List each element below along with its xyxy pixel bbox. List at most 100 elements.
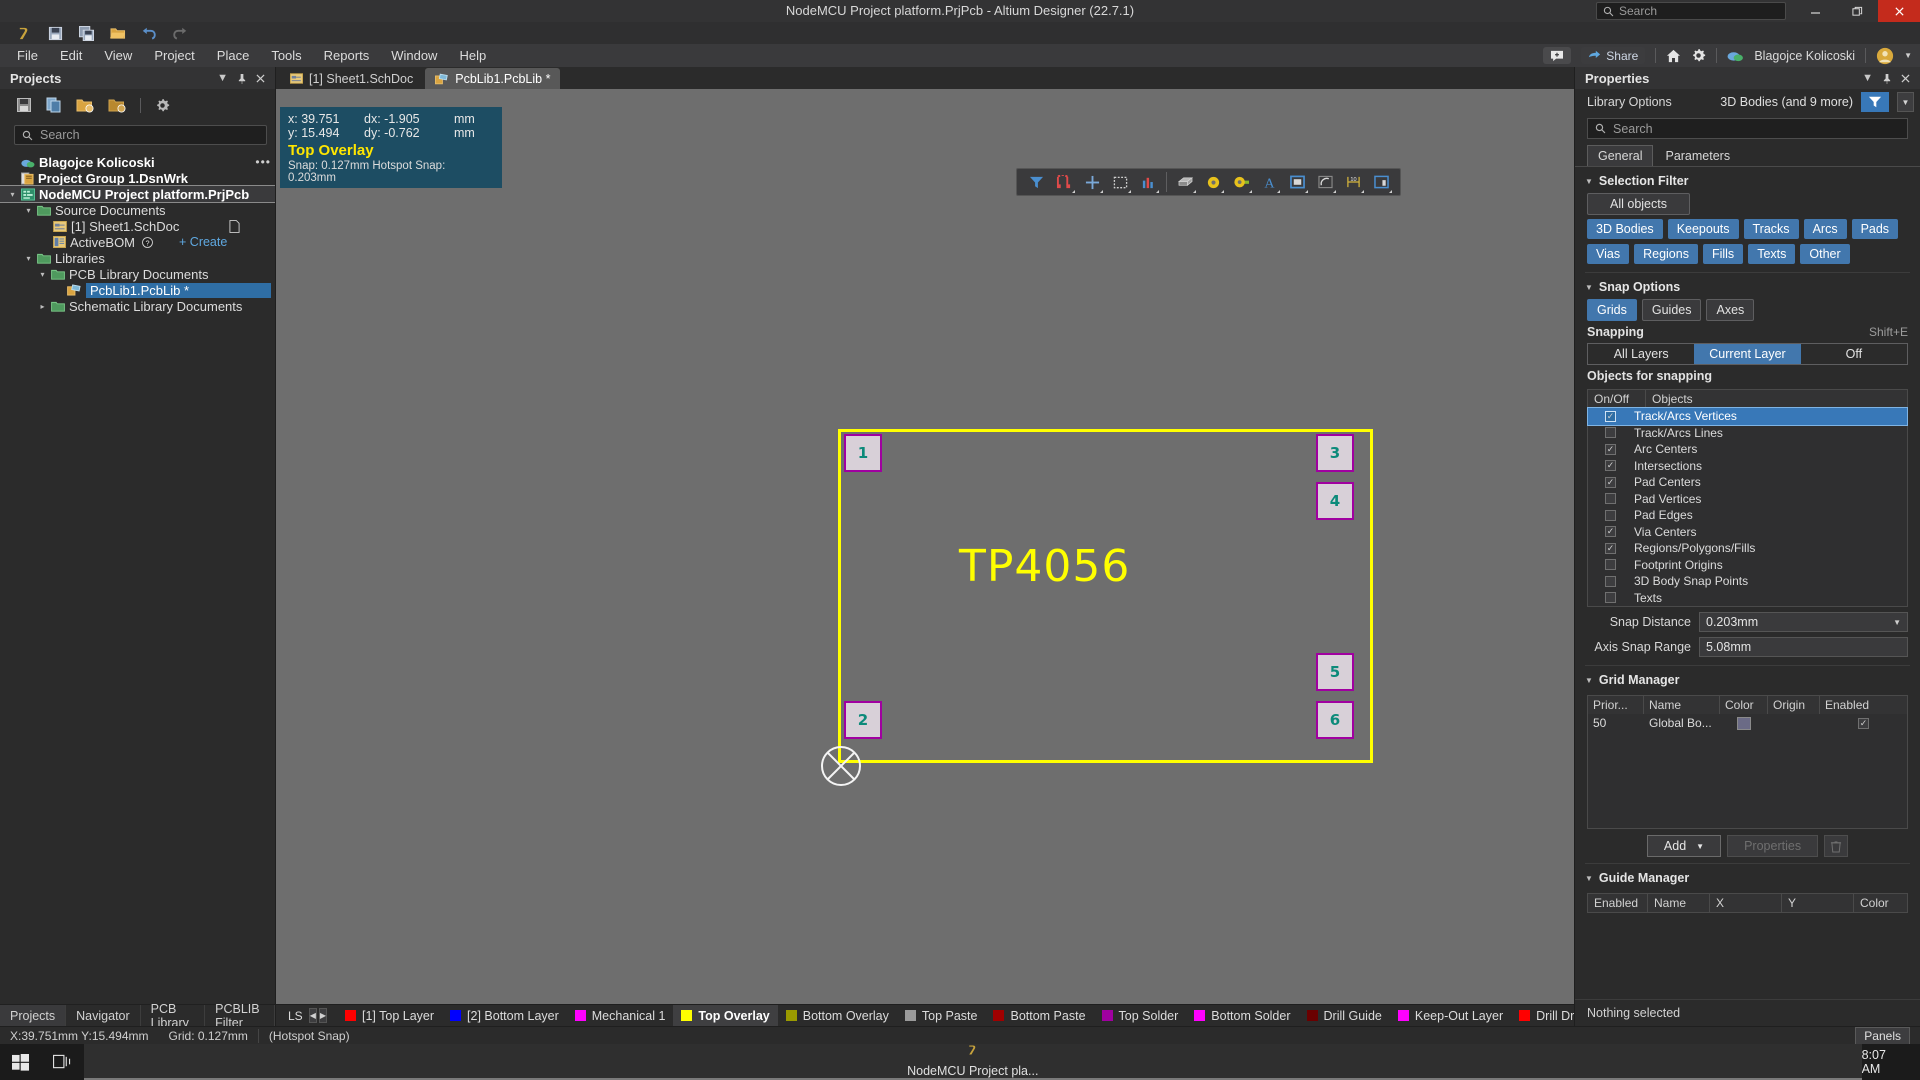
column-name[interactable]: Name: [1644, 696, 1720, 714]
snap-checkbox[interactable]: ✓: [1605, 526, 1616, 538]
share-button[interactable]: Share: [1581, 47, 1646, 64]
column-x[interactable]: X: [1710, 894, 1782, 912]
pad-4[interactable]: 4: [1316, 482, 1354, 520]
table-row[interactable]: ✓ Pad Centers: [1588, 474, 1907, 491]
tab-pcb-library[interactable]: PCB Library: [141, 1002, 206, 1030]
tree-item-schematic-library-documents[interactable]: ▸ Schematic Library Documents: [0, 298, 275, 314]
layer-bottom-overlay[interactable]: Bottom Overlay: [778, 1005, 897, 1026]
layer-top-paste[interactable]: Top Paste: [897, 1005, 986, 1026]
layer-bottom-layer[interactable]: [2] Bottom Layer: [442, 1005, 567, 1026]
arc-icon[interactable]: [1312, 170, 1338, 194]
crosshair-icon[interactable]: [1079, 170, 1105, 194]
tab-general[interactable]: General: [1587, 145, 1654, 166]
guide-manager-header[interactable]: ▼ Guide Manager: [1575, 864, 1920, 890]
snap-checkbox[interactable]: ✓: [1605, 443, 1616, 455]
selection-filter-header[interactable]: ▼ Selection Filter: [1575, 167, 1920, 193]
filter-chip-3d-bodies[interactable]: 3D Bodies: [1587, 219, 1663, 239]
layer-next-button[interactable]: ▶: [318, 1008, 327, 1023]
snap-mode-grids[interactable]: Grids: [1587, 299, 1637, 321]
tree-item-source-documents[interactable]: ▾ Source Documents: [0, 202, 275, 218]
selection-box-icon[interactable]: [1107, 170, 1133, 194]
pcb-canvas[interactable]: x: 39.751 dx: -1.905 mm y: 15.494 dy: -0…: [276, 89, 1574, 1004]
table-row[interactable]: ✓ Via Centers: [1588, 524, 1907, 541]
snap-checkbox[interactable]: ✓: [1605, 542, 1616, 554]
pad-6[interactable]: 6: [1316, 701, 1354, 739]
pin-icon[interactable]: [237, 73, 247, 84]
projects-search-input[interactable]: Search: [14, 125, 267, 145]
table-row[interactable]: ✓ Track/Arcs Vertices: [1587, 407, 1908, 426]
column-enabled[interactable]: Enabled: [1820, 696, 1907, 714]
tree-twisty[interactable]: ▾: [24, 254, 33, 263]
task-view-button[interactable]: [41, 1044, 84, 1080]
table-row[interactable]: Footprint Origins: [1588, 557, 1907, 574]
layer-mechanical-1[interactable]: Mechanical 1: [567, 1005, 674, 1026]
table-row[interactable]: ✓ Intersections: [1588, 458, 1907, 475]
menu-file[interactable]: File: [6, 44, 49, 67]
table-row[interactable]: 50 Global Bo... ✓: [1588, 714, 1907, 732]
start-button[interactable]: [0, 1044, 41, 1080]
magnet-icon[interactable]: [1051, 170, 1077, 194]
snap-checkbox[interactable]: [1605, 575, 1616, 587]
doc-tab-sheet1[interactable]: [1] Sheet1.SchDoc: [280, 68, 423, 89]
table-row[interactable]: Texts: [1588, 590, 1907, 607]
tree-twisty[interactable]: ▾: [38, 270, 47, 279]
close-icon[interactable]: [1901, 73, 1910, 83]
tree-item-project[interactable]: ▾ NodeMCU Project platform.PrjPcb: [0, 185, 275, 203]
snap-checkbox[interactable]: [1605, 592, 1616, 604]
copy-icon[interactable]: [46, 97, 62, 113]
snap-checkbox[interactable]: ✓: [1605, 476, 1616, 488]
tree-item-workspace[interactable]: Project Group 1.DsnWrk: [0, 170, 275, 186]
tab-parameters[interactable]: Parameters: [1654, 145, 1741, 166]
layer-drill-guide[interactable]: Drill Guide: [1299, 1005, 1390, 1026]
filter-chip-tracks[interactable]: Tracks: [1743, 219, 1799, 239]
table-row[interactable]: ✓ Regions/Polygons/Fills: [1588, 540, 1907, 557]
menu-reports[interactable]: Reports: [313, 44, 381, 67]
column-name[interactable]: Name: [1648, 894, 1710, 912]
filter-dropdown-button[interactable]: ▼: [1897, 92, 1914, 112]
table-row[interactable]: ✓ Arc Centers: [1588, 441, 1907, 458]
table-row[interactable]: 3D Body Snap Points: [1588, 573, 1907, 590]
menu-help[interactable]: Help: [448, 44, 497, 67]
snap-checkbox[interactable]: [1605, 427, 1616, 439]
layer-prev-button[interactable]: ◀: [308, 1008, 317, 1023]
via-icon[interactable]: [1228, 170, 1254, 194]
snapping-current-layer[interactable]: Current Layer: [1694, 344, 1801, 364]
tab-navigator[interactable]: Navigator: [66, 1005, 141, 1026]
filter-chip-fills[interactable]: Fills: [1702, 244, 1744, 264]
rectangle-icon[interactable]: [1284, 170, 1310, 194]
filter-chip-keepouts[interactable]: Keepouts: [1667, 219, 1739, 239]
snap-checkbox[interactable]: ✓: [1605, 410, 1616, 422]
tree-item-pcblib1[interactable]: PcbLib1.PcbLib *: [0, 282, 275, 298]
column-priority[interactable]: Prior...: [1588, 696, 1644, 714]
help-icon[interactable]: ?: [142, 236, 153, 248]
all-objects-button[interactable]: All objects: [1587, 193, 1690, 215]
snap-mode-axes[interactable]: Axes: [1706, 299, 1755, 321]
tab-projects[interactable]: Projects: [0, 1005, 67, 1026]
tab-pcblib-filter[interactable]: PCBLIB Filter: [205, 1002, 275, 1030]
tree-twisty[interactable]: ▸: [38, 302, 47, 311]
tree-item-activebom[interactable]: ActiveBOM ? + Create: [0, 234, 275, 250]
tree-item-sheet1-schdoc[interactable]: [1] Sheet1.SchDoc: [0, 218, 275, 234]
create-activebom-link[interactable]: + Create: [179, 235, 227, 249]
table-row[interactable]: Track/Arcs Lines: [1588, 425, 1907, 442]
menu-place[interactable]: Place: [206, 44, 261, 67]
filter-chip-texts[interactable]: Texts: [1748, 244, 1796, 264]
snap-checkbox[interactable]: [1605, 559, 1616, 571]
open-project-icon[interactable]: [109, 25, 126, 42]
doc-tab-pcblib1[interactable]: PcbLib1.PcbLib *: [425, 68, 561, 89]
snap-checkbox[interactable]: [1605, 493, 1616, 505]
windows-search-input[interactable]: Search: [1596, 2, 1786, 20]
column-y[interactable]: Y: [1782, 894, 1854, 912]
add-comment-button[interactable]: [1543, 47, 1572, 64]
grid-manager-header[interactable]: ▼ Grid Manager: [1575, 666, 1920, 692]
snap-options-header[interactable]: ▼ Snap Options: [1575, 273, 1920, 299]
tree-twisty[interactable]: ▾: [24, 206, 33, 215]
component-icon[interactable]: [1172, 170, 1198, 194]
layer-top-solder[interactable]: Top Solder: [1094, 1005, 1187, 1026]
pad-3[interactable]: 3: [1316, 434, 1354, 472]
layer-bottom-paste[interactable]: Bottom Paste: [985, 1005, 1093, 1026]
column-enabled[interactable]: Enabled: [1588, 894, 1648, 912]
filter-chip-pads[interactable]: Pads: [1851, 219, 1899, 239]
home-icon[interactable]: [1666, 49, 1681, 63]
snap-checkbox[interactable]: [1605, 509, 1616, 521]
